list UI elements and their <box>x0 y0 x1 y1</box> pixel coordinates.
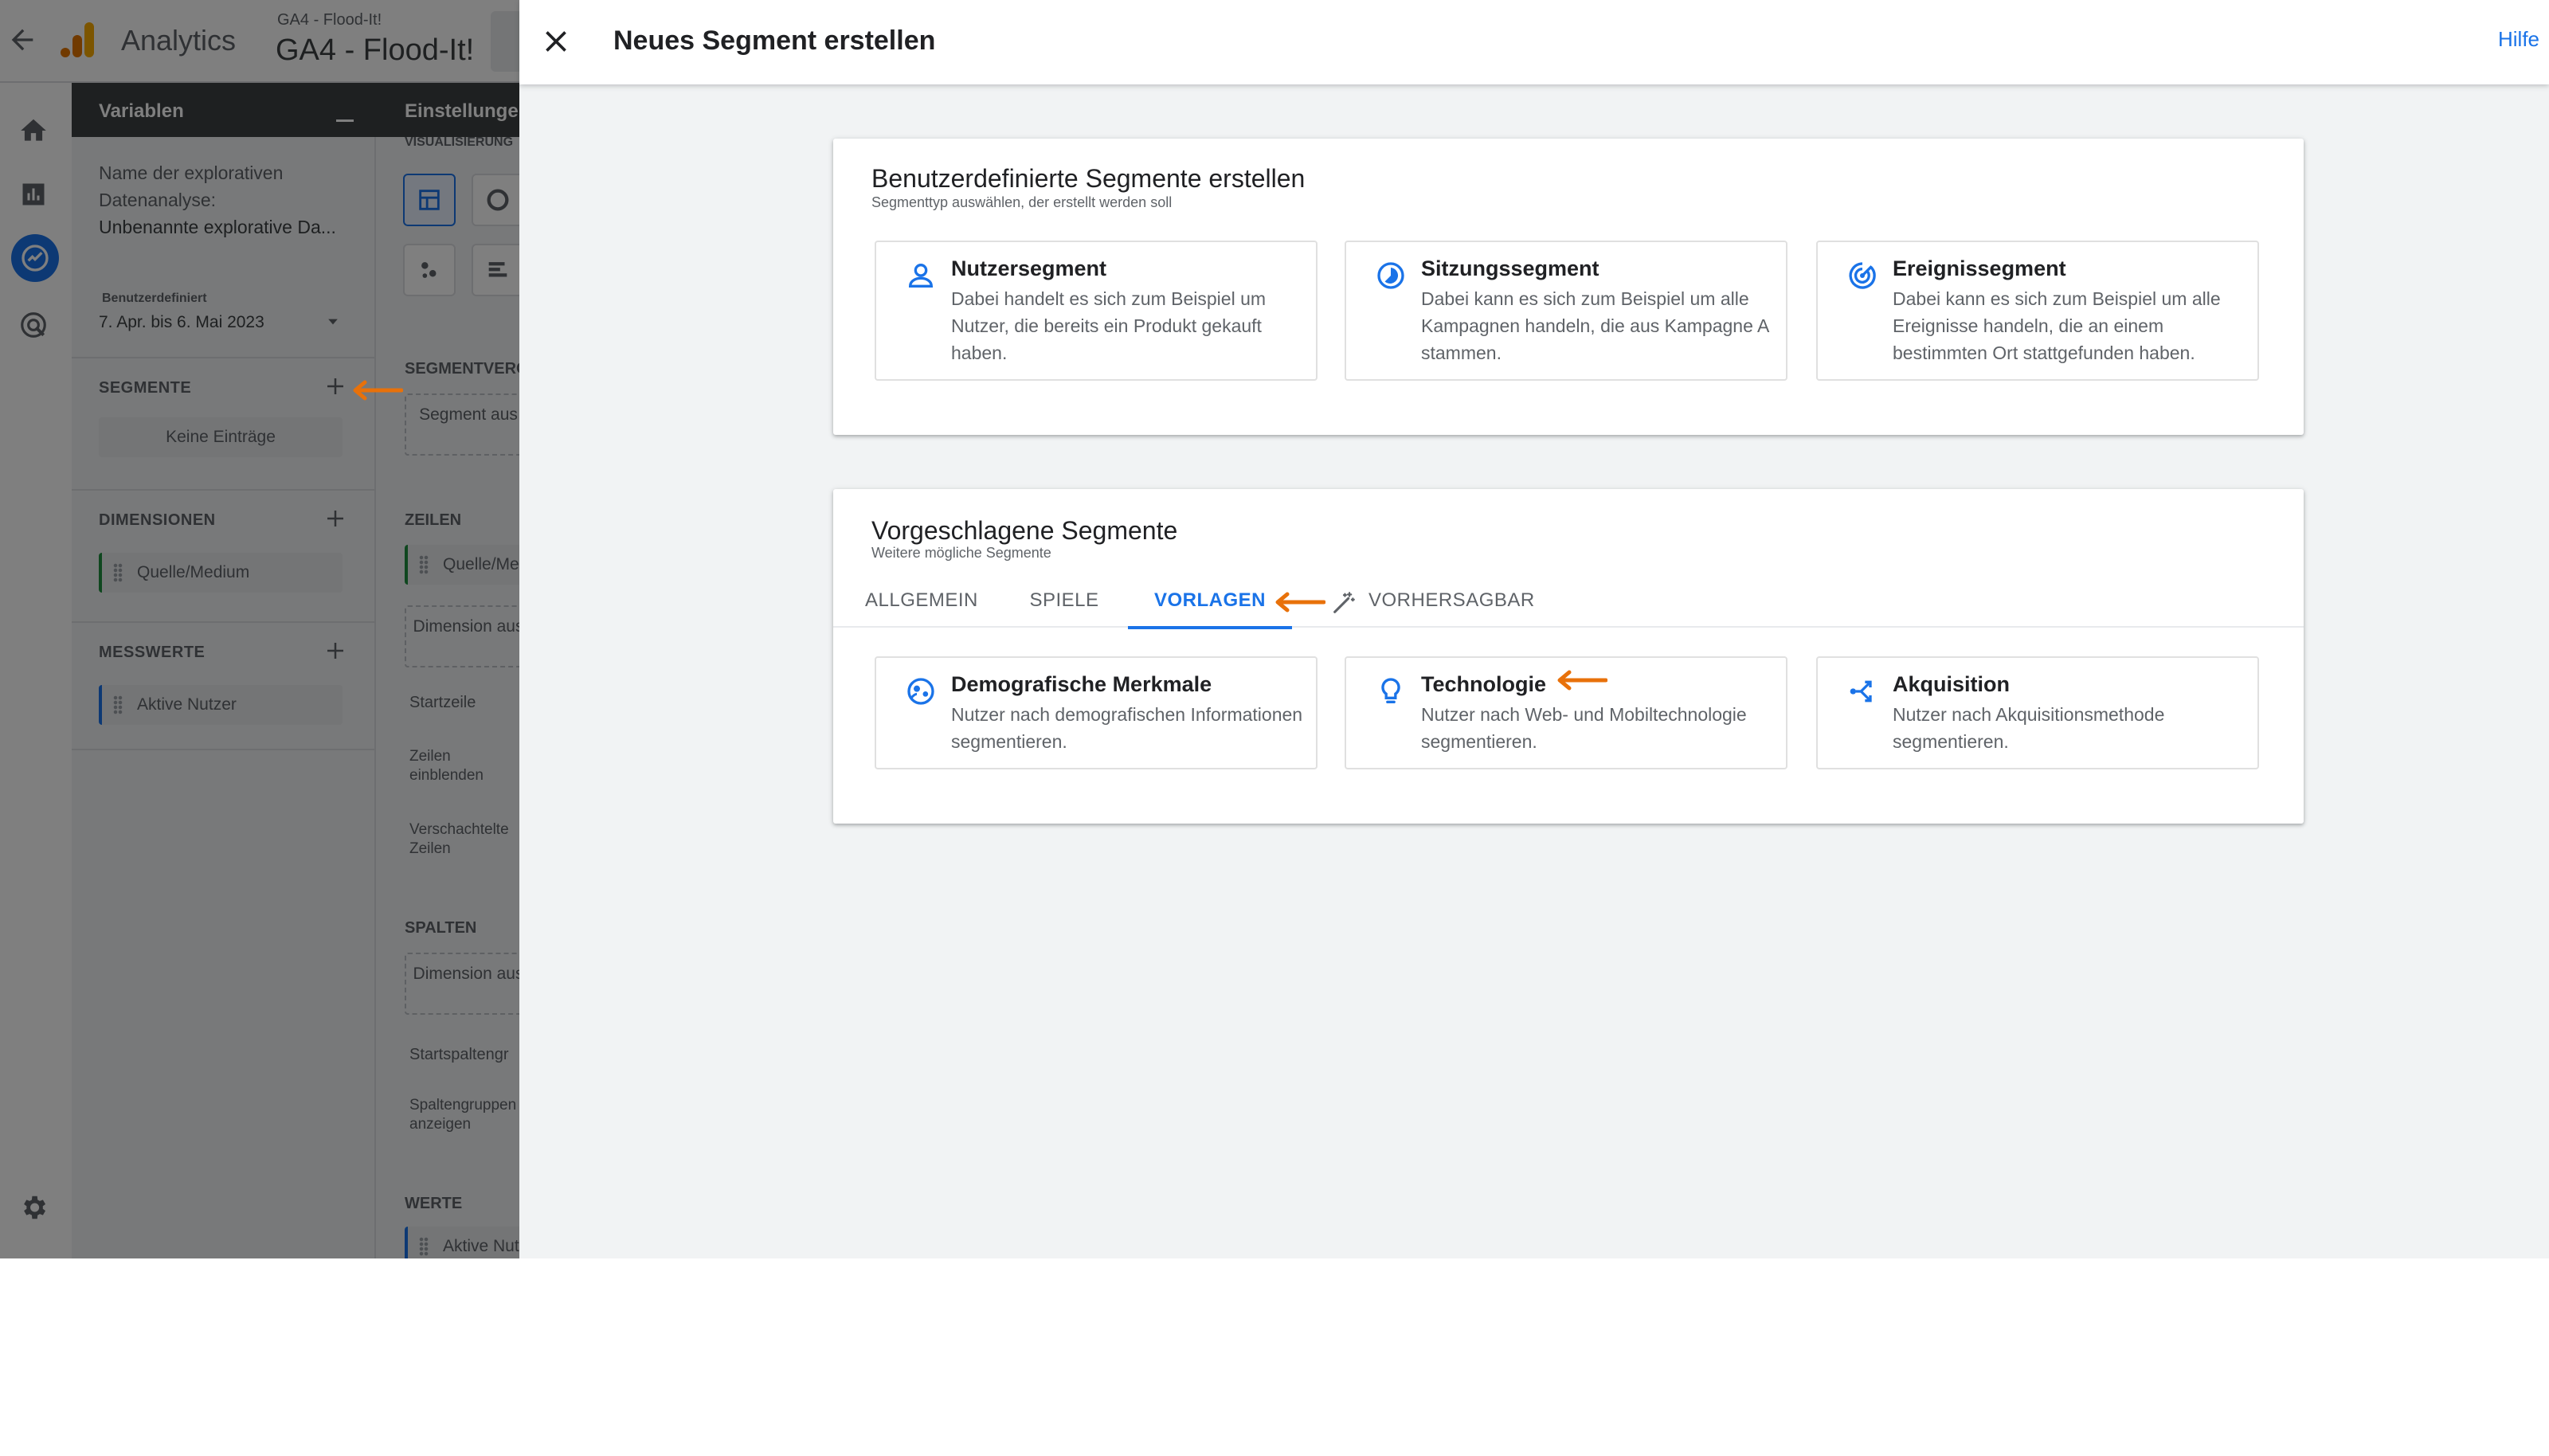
option-description: Dabei kann es sich zum Beispiel um alle … <box>1421 288 1769 363</box>
dialog-header: Neues Segment erstellen Hilfe <box>519 0 2549 84</box>
suggested-segments-title: Vorgeschlagene Segmente <box>871 516 1178 545</box>
active-tab-indicator <box>1128 626 1292 629</box>
tab-vorlagen[interactable]: VORLAGEN <box>1128 578 1292 629</box>
close-icon[interactable] <box>538 24 574 59</box>
tab-spiele[interactable]: SPIELE <box>1024 578 1104 628</box>
lightbulb-icon <box>1381 678 1400 703</box>
tab-vorlagen-label: VORLAGEN <box>1153 589 1266 611</box>
option-title: Sitzungssegment <box>1421 256 1599 280</box>
suggested-segments-card: Vorgeschlagene Segmente Weitere mögliche… <box>833 489 2304 824</box>
suggested-segments-subtitle: Weitere mögliche Segmente <box>871 545 1051 561</box>
tab-vorhersagbar[interactable]: VORHERSAGBAR <box>1368 578 1534 628</box>
event-icon <box>1849 262 1876 289</box>
dialog-title: Neues Segment erstellen <box>613 25 936 56</box>
user-segment-option[interactable]: Nutzersegment Dabei handelt es sich zum … <box>875 241 1318 381</box>
custom-segments-title: Benutzerdefinierte Segmente erstellen <box>871 164 1306 193</box>
option-description: Dabei handelt es sich zum Beispiel um Nu… <box>951 288 1267 363</box>
option-description: Dabei kann es sich zum Beispiel um alle … <box>1893 288 2221 363</box>
annotation-arrow <box>1275 592 1325 613</box>
option-description: Nutzer nach Web- und Mobiltechnologie se… <box>1421 704 1747 752</box>
session-icon <box>1377 262 1404 289</box>
demographics-option[interactable]: Demografische Merkmale Nutzer nach demog… <box>875 656 1318 769</box>
analytics-background: Analytics GA4 - Flood-It! GA4 - Flood-It… <box>0 0 532 1258</box>
app-root: Analytics GA4 - Flood-It! GA4 - Flood-It… <box>0 0 2549 1258</box>
option-title: Akquisition <box>1893 672 2010 696</box>
acquisition-icon <box>1850 680 1872 703</box>
magic-wand-icon <box>1333 592 1355 613</box>
annotation-arrow <box>353 380 403 401</box>
option-title: Technologie <box>1421 672 1547 696</box>
modal-scrim[interactable] <box>0 0 519 1258</box>
acquisition-option[interactable]: Akquisition Nutzer nach Akquisitionsmeth… <box>1816 656 2259 769</box>
session-segment-option[interactable]: Sitzungssegment Dabei kann es sich zum B… <box>1345 241 1787 381</box>
option-title: Demografische Merkmale <box>951 672 1212 696</box>
option-title: Ereignissegment <box>1893 256 2066 280</box>
technology-option[interactable]: Technologie Nutzer nach Web- und Mobilte… <box>1345 656 1787 769</box>
help-link[interactable]: Hilfe <box>2498 27 2539 52</box>
tab-allgemein[interactable]: ALLGEMEIN <box>865 578 977 628</box>
demographics-icon <box>907 678 934 705</box>
annotation-arrow <box>1557 670 1607 691</box>
option-title: Nutzersegment <box>951 256 1107 280</box>
new-segment-dialog: Neues Segment erstellen Hilfe Benutzerde… <box>519 0 2549 1258</box>
option-description: Nutzer nach Akquisitionsmethode segmenti… <box>1893 704 2165 752</box>
person-icon <box>908 264 934 288</box>
option-description: Nutzer nach demografischen Informationen… <box>951 704 1303 752</box>
custom-segments-card: Benutzerdefinierte Segmente erstellen Se… <box>833 139 2304 435</box>
suggested-tabs: ALLGEMEIN SPIELE VORLAGEN VORHERSAGBAR <box>833 578 2304 629</box>
event-segment-option[interactable]: Ereignissegment Dabei kann es sich zum B… <box>1816 241 2259 381</box>
custom-segments-subtitle: Segmenttyp auswählen, der erstellt werde… <box>871 194 1173 210</box>
